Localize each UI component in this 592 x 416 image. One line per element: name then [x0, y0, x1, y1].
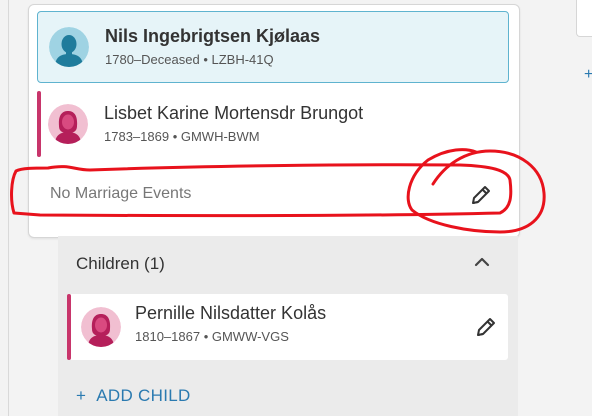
- wife-person-card[interactable]: Lisbet Karine Mortensdr Brungot 1783–186…: [37, 91, 507, 157]
- edit-child-button[interactable]: [473, 314, 499, 340]
- children-panel: Children (1) Pernille Nilsdatter Kolås 1…: [58, 236, 518, 416]
- add-child-button[interactable]: + ADD CHILD: [76, 386, 191, 406]
- tree-connector-line: [8, 0, 9, 416]
- wife-name[interactable]: Lisbet Karine Mortensdr Brungot: [104, 102, 363, 124]
- male-avatar-icon: [49, 27, 89, 67]
- wife-meta: 1783–1869 • GMWH-BWM: [104, 129, 260, 144]
- child-meta: 1810–1867 • GMWW-VGS: [135, 329, 289, 344]
- edit-marriage-button[interactable]: [468, 182, 494, 208]
- chevron-up-icon[interactable]: [472, 252, 492, 272]
- children-header: Children (1): [76, 254, 165, 273]
- female-avatar-icon: [48, 104, 88, 144]
- husband-person-card[interactable]: Nils Ingebrigtsen Kjølaas 1780–Deceased …: [37, 11, 509, 83]
- child-name[interactable]: Pernille Nilsdatter Kolås: [135, 302, 326, 324]
- marriage-events-row: No Marriage Events: [28, 170, 518, 220]
- female-avatar-icon: [81, 307, 121, 347]
- pencil-icon: [472, 186, 490, 204]
- husband-meta: 1780–Deceased • LZBH-41Q: [105, 52, 274, 67]
- adjacent-add-icon[interactable]: +: [584, 66, 592, 84]
- adjacent-card-edge: [576, 0, 592, 37]
- female-sex-bar: [67, 294, 71, 360]
- pencil-icon: [477, 318, 495, 336]
- no-marriage-events-text: No Marriage Events: [50, 185, 192, 202]
- husband-name[interactable]: Nils Ingebrigtsen Kjølaas: [105, 25, 320, 47]
- child-person-card[interactable]: Pernille Nilsdatter Kolås 1810–1867 • GM…: [67, 294, 508, 360]
- female-sex-bar: [37, 91, 41, 157]
